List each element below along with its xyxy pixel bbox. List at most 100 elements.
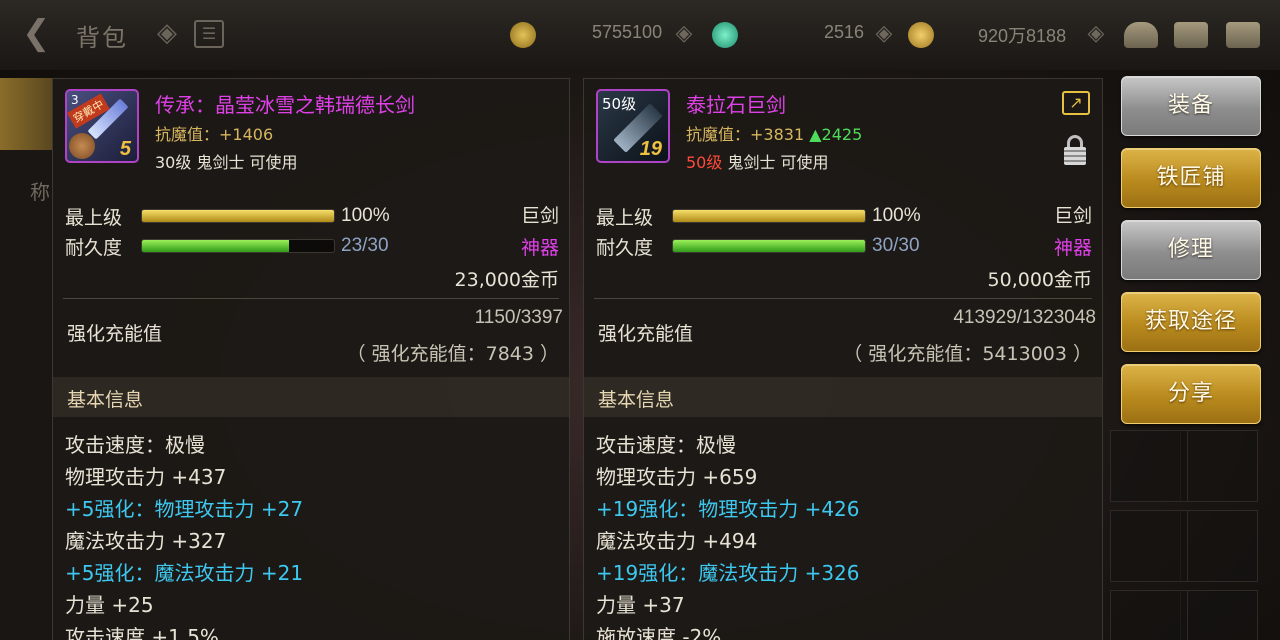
stat-line: +19强化：魔法攻击力 +326 xyxy=(596,561,860,585)
requirement-text: 30级 鬼剑士 可使用 xyxy=(155,149,298,173)
inventory-slot[interactable] xyxy=(1110,430,1188,502)
weapon-type: 巨剑 xyxy=(1053,205,1092,227)
stat-line: 魔法攻击力 +327 xyxy=(65,529,227,553)
required-class: 鬼剑士 可使用 xyxy=(191,153,298,172)
inventory-slot[interactable] xyxy=(1180,510,1258,582)
inventory-slot[interactable] xyxy=(1180,590,1258,640)
charge-label: 强化充能值 xyxy=(67,323,163,345)
durability-value: 30/30 xyxy=(872,235,920,256)
anti-magic-label: 抗魔值： xyxy=(155,125,220,144)
blacksmith-button[interactable]: 铁匠铺 xyxy=(1121,148,1261,208)
share-button[interactable]: 分享 xyxy=(1121,364,1261,424)
quality-bar xyxy=(141,209,335,223)
inventory-slot[interactable] xyxy=(1110,590,1188,640)
durability-label: 耐久度 xyxy=(596,237,654,259)
quality-value: 100% xyxy=(872,205,921,226)
charge-value: 1150/3397 xyxy=(474,307,563,328)
item-name: 泰拉石巨剑 xyxy=(686,93,786,117)
anti-magic-value: +1406 xyxy=(219,125,274,144)
required-level: 30级 xyxy=(155,153,192,172)
inventory-slot[interactable] xyxy=(1110,510,1188,582)
stat-list: 攻击速度：极慢 物理攻击力 +437 +5强化：物理攻击力 +27 魔法攻击力 … xyxy=(65,431,303,640)
shop-icon[interactable] xyxy=(1124,22,1158,48)
anti-magic-label: 抗魔值： xyxy=(686,125,751,144)
durability-bar xyxy=(672,239,866,253)
stat-line: 攻击速度：极慢 xyxy=(596,433,736,457)
stat-line: 攻击速度：极慢 xyxy=(65,433,205,457)
compare-item-panel: 50级 19 泰拉石巨剑 抗魔值：+3831 ▲2425 50级 鬼剑士 可使用… xyxy=(583,78,1103,640)
character-face-icon xyxy=(69,133,95,159)
anti-magic-stat: 抗魔值：+3831 ▲2425 xyxy=(686,121,862,145)
equip-button[interactable]: 装备 xyxy=(1121,76,1261,136)
charge-total: （ 强化充能值：5413003 ） xyxy=(843,343,1092,365)
quality-bar-fill xyxy=(673,210,865,222)
gold-bar-icon xyxy=(908,22,934,48)
charge-label: 强化充能值 xyxy=(598,323,694,345)
add-gem-icon[interactable]: ◈ xyxy=(872,22,896,46)
share-icon[interactable]: ↗ xyxy=(1062,91,1090,115)
item-grade: 神器 xyxy=(520,237,559,259)
requirement-text: 50级 鬼剑士 可使用 xyxy=(686,149,829,173)
quality-bar-fill xyxy=(142,210,334,222)
currency-bar-value: 920万8188 xyxy=(978,26,1067,46)
item-name: 传承：晶莹冰雪之韩瑞德长剑 xyxy=(155,93,415,117)
side-menu-label: 称 xyxy=(30,180,50,204)
quality-bar xyxy=(672,209,866,223)
compare-item-icon[interactable]: 50级 19 xyxy=(596,89,670,163)
enhance-level: 19 xyxy=(639,138,662,160)
back-arrow-icon[interactable]: ❮ xyxy=(22,16,66,50)
quality-label: 最上级 xyxy=(65,207,123,229)
side-menu-active-tab[interactable] xyxy=(0,78,52,150)
divider xyxy=(63,298,559,299)
lock-icon[interactable] xyxy=(1064,135,1086,167)
item-grade: 神器 xyxy=(1053,237,1092,259)
stat-line: 物理攻击力 +659 xyxy=(596,465,758,489)
durability-value: 23/30 xyxy=(341,235,389,256)
repair-button[interactable]: 修理 xyxy=(1121,220,1261,280)
quality-value: 100% xyxy=(341,205,390,226)
chat-icon[interactable] xyxy=(1226,22,1260,48)
green-gem-icon xyxy=(712,22,738,48)
diamond-tab-icon[interactable]: ◈ xyxy=(152,18,182,48)
page-title: 背包 xyxy=(76,24,128,52)
quality-label: 最上级 xyxy=(596,207,654,229)
stat-line: 施放速度 -2% xyxy=(596,625,722,640)
stat-line: 力量 +37 xyxy=(596,593,685,617)
item-icon-level: 3 xyxy=(71,93,79,107)
anti-magic-delta: ▲2425 xyxy=(809,125,863,144)
required-class: 鬼剑士 可使用 xyxy=(722,153,829,172)
basic-info-title: 基本信息 xyxy=(598,389,675,411)
durability-label: 耐久度 xyxy=(65,237,123,259)
equipped-item-panel: 3 穿戴中 5 传承：晶莹冰雪之韩瑞德长剑 抗魔值：+1406 30级 鬼剑士 … xyxy=(52,78,570,640)
mail-icon[interactable] xyxy=(1174,22,1208,48)
side-menu xyxy=(0,78,52,640)
enhance-level: 5 xyxy=(119,138,131,160)
anti-magic-stat: 抗魔值：+1406 xyxy=(155,121,273,145)
required-level: 50级 xyxy=(686,153,723,172)
divider xyxy=(594,298,1092,299)
currency-gem-value: 2516 xyxy=(824,22,865,42)
currency-gold-value: 5755100 xyxy=(592,22,663,42)
add-bar-icon[interactable]: ◈ xyxy=(1084,22,1108,46)
sell-price: 50,000金币 xyxy=(987,269,1092,291)
durability-bar-fill xyxy=(142,240,290,252)
box-tab-icon[interactable]: ☰ xyxy=(194,20,224,48)
sell-price: 23,000金币 xyxy=(454,269,559,291)
inventory-slot[interactable] xyxy=(1180,430,1258,502)
charge-value: 413929/1323048 xyxy=(953,307,1096,328)
stat-line: 攻击速度 +1.5% xyxy=(65,625,219,640)
lock-body xyxy=(1064,147,1086,165)
stat-line: 物理攻击力 +437 xyxy=(65,465,227,489)
stat-line: +19强化：物理攻击力 +426 xyxy=(596,497,860,521)
stat-line: 力量 +25 xyxy=(65,593,154,617)
stat-line: 魔法攻击力 +494 xyxy=(596,529,758,553)
weapon-type: 巨剑 xyxy=(520,205,559,227)
basic-info-header: 基本信息 xyxy=(584,377,1102,417)
item-icon-level: 50级 xyxy=(602,95,637,113)
equipped-item-icon[interactable]: 3 穿戴中 5 xyxy=(65,89,139,163)
obtain-source-button[interactable]: 获取途径 xyxy=(1121,292,1261,352)
stat-line: +5强化：物理攻击力 +27 xyxy=(65,497,304,521)
add-gold-icon[interactable]: ◈ xyxy=(672,22,696,46)
durability-bar-fill xyxy=(673,240,865,252)
top-bar: ❮ 背包 ◈ ☰ 5755100 ◈ 2516 ◈ 920万8188 ◈ xyxy=(0,0,1280,70)
